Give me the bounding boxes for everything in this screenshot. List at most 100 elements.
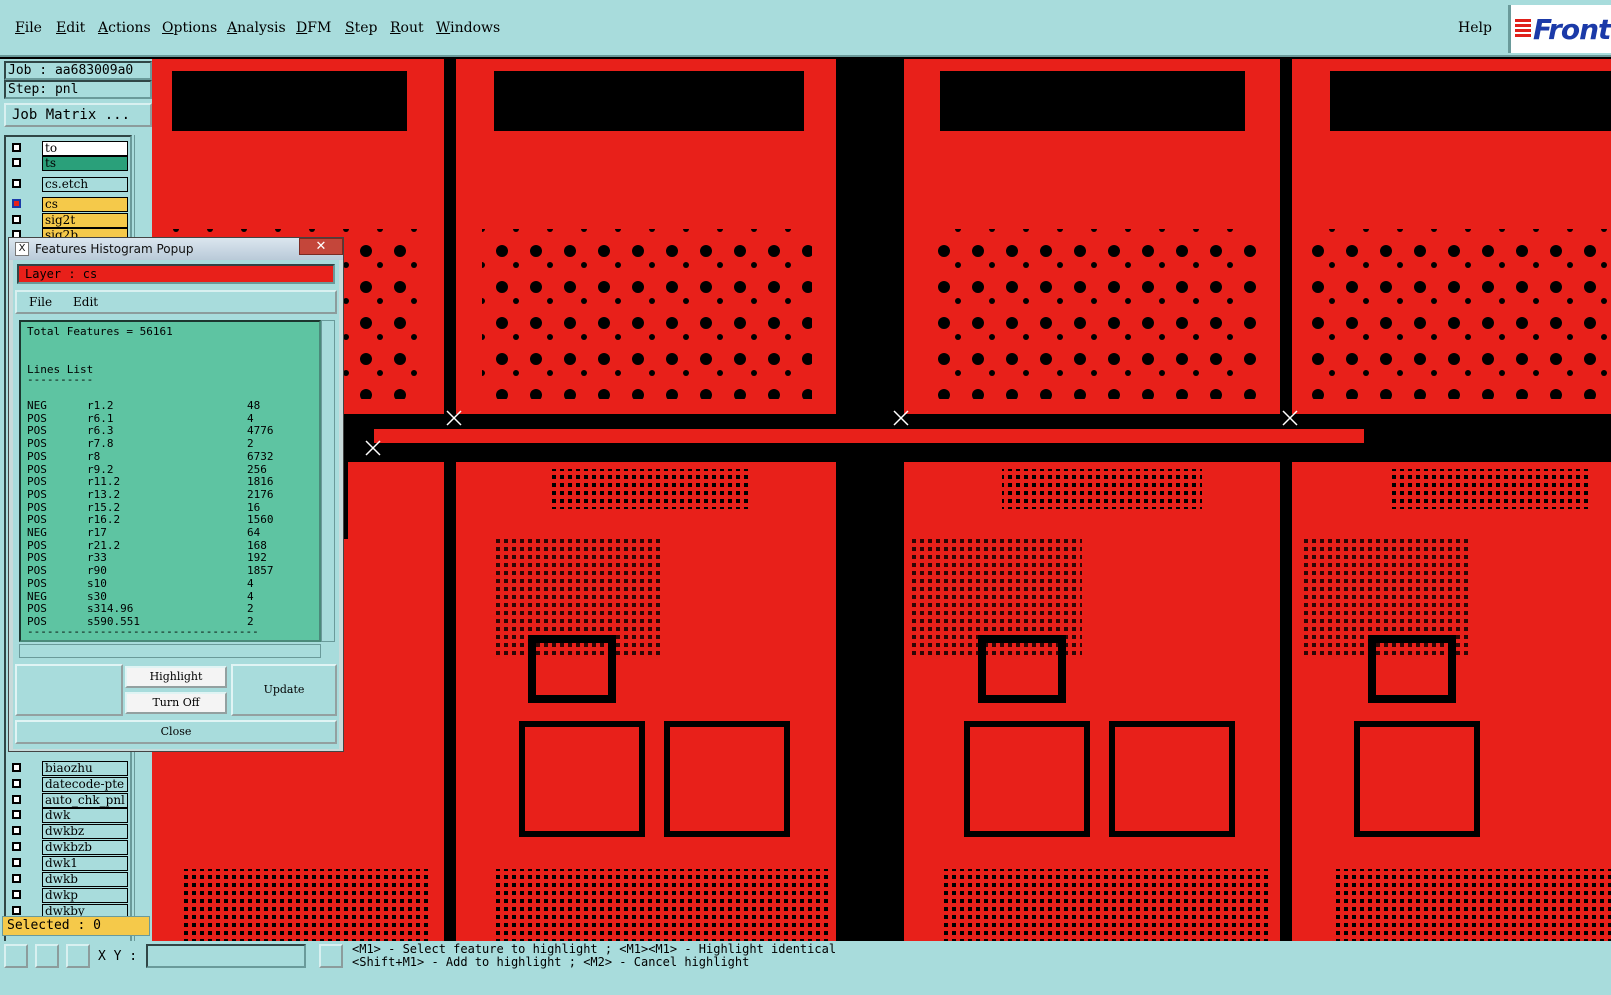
histogram-pol[interactable]: NEG <box>27 399 47 413</box>
layer-checkbox[interactable] <box>12 890 21 899</box>
layer-row[interactable]: biaozhu <box>8 761 130 776</box>
popup-menu-edit[interactable]: Edit <box>73 292 98 312</box>
layer-row[interactable]: dwkbz <box>8 824 130 839</box>
layer-checkbox[interactable] <box>12 143 21 152</box>
popup-menu-file[interactable]: File <box>29 292 52 312</box>
histogram-sym[interactable]: r1.2 <box>87 399 114 413</box>
histogram-sym[interactable]: r90 <box>87 564 107 578</box>
histogram-count[interactable]: 6732 <box>247 450 274 464</box>
layer-name[interactable]: dwkp <box>42 888 128 903</box>
menu-rout[interactable]: Rout <box>390 20 424 36</box>
layer-name[interactable]: auto_chk_pnl <box>42 793 128 808</box>
layer-checkbox[interactable] <box>12 158 21 167</box>
layer-name[interactable]: datecode-pte <box>42 777 128 792</box>
menu-dfm[interactable]: DFM <box>296 20 331 36</box>
histogram-count[interactable]: 48 <box>247 399 260 413</box>
layer-checkbox[interactable] <box>12 199 21 208</box>
layer-field: Layer : cs <box>17 264 335 284</box>
layer-row-cs[interactable]: cs <box>8 197 130 212</box>
histogram-count[interactable]: 2176 <box>247 488 274 502</box>
layer-checkbox[interactable] <box>12 858 21 867</box>
job-matrix-button[interactable]: Job Matrix ... <box>4 103 152 127</box>
layer-name[interactable]: dwkb <box>42 872 128 887</box>
histogram-count[interactable]: 64 <box>247 526 260 540</box>
text-vertical-scrollbar[interactable] <box>321 320 335 642</box>
histogram-pol[interactable]: POS <box>27 437 47 451</box>
histogram-pol[interactable]: POS <box>27 475 47 489</box>
histogram-pol[interactable]: POS <box>27 577 47 591</box>
layer-name[interactable]: cs.etch <box>42 177 128 192</box>
layer-row[interactable]: datecode-pte <box>8 777 130 792</box>
menu-windows[interactable]: Windows <box>436 20 500 36</box>
histogram-pol[interactable]: NEG <box>27 526 47 540</box>
histogram-count[interactable]: 1857 <box>247 564 274 578</box>
menu-options[interactable]: Options <box>162 20 217 36</box>
layer-checkbox[interactable] <box>12 795 21 804</box>
layer-row-sig2t[interactable]: sig2t <box>8 213 130 228</box>
update-button[interactable]: Update <box>231 664 337 716</box>
info-icon[interactable] <box>319 944 343 968</box>
menu-help[interactable]: Help <box>1458 20 1492 36</box>
histogram-pol[interactable]: POS <box>27 602 47 616</box>
layer-name[interactable]: dwkbzb <box>42 840 128 855</box>
xy-input[interactable] <box>146 944 306 968</box>
histogram-sym[interactable]: r11.2 <box>87 475 120 489</box>
layer-row-to[interactable]: to <box>8 141 130 156</box>
zoom-icon[interactable] <box>4 944 28 968</box>
layer-checkbox[interactable] <box>12 826 21 835</box>
layer-name[interactable]: cs <box>42 197 128 212</box>
layer-checkbox[interactable] <box>12 763 21 772</box>
layer-checkbox[interactable] <box>12 179 21 188</box>
layer-checkbox[interactable] <box>12 779 21 788</box>
layer-row-ts[interactable]: ts <box>8 156 130 171</box>
layer-checkbox[interactable] <box>12 215 21 224</box>
pcb-graphics-canvas[interactable] <box>152 59 1611 941</box>
highlight-button[interactable]: Highlight <box>125 666 227 688</box>
layer-name[interactable]: biaozhu <box>42 761 128 776</box>
layer-row[interactable]: dwkp <box>8 888 130 903</box>
histogram-count[interactable]: 2 <box>247 602 254 616</box>
turn-off-button[interactable]: Turn Off <box>125 692 227 714</box>
histogram-count[interactable]: 1816 <box>247 475 274 489</box>
histogram-sym[interactable]: r7.8 <box>87 437 114 451</box>
histogram-count[interactable]: 4 <box>247 577 254 591</box>
measure-icon[interactable] <box>35 944 59 968</box>
layer-row-cs-etch[interactable]: cs.etch <box>8 177 130 192</box>
menu-analysis[interactable]: Analysis <box>227 20 286 36</box>
layer-checkbox[interactable] <box>12 874 21 883</box>
layer-checkbox[interactable] <box>12 842 21 851</box>
layer-checkbox[interactable] <box>12 810 21 819</box>
layer-name[interactable]: dwkbz <box>42 824 128 839</box>
layer-row[interactable]: dwkb <box>8 872 130 887</box>
histogram-text[interactable]: Total Features = 56161 Lines List ------… <box>19 320 321 642</box>
layer-row[interactable]: auto_chk_pnl <box>8 793 130 808</box>
histogram-pol[interactable]: POS <box>27 564 47 578</box>
histogram-count[interactable]: 2 <box>247 437 254 451</box>
histogram-pol[interactable]: POS <box>27 450 47 464</box>
menu-actions[interactable]: Actions <box>98 20 151 36</box>
layer-name[interactable]: dwk <box>42 808 128 823</box>
histogram-sym[interactable]: s10 <box>87 577 107 591</box>
menu-step[interactable]: Step <box>345 20 377 36</box>
layer-name[interactable]: to <box>42 141 128 156</box>
close-button[interactable]: Close <box>15 720 337 744</box>
layer-name[interactable]: dwk1 <box>42 856 128 871</box>
histogram-sym[interactable]: r8 <box>87 450 100 464</box>
layer-row[interactable]: dwk <box>8 808 130 823</box>
layer-name[interactable]: sig2t <box>42 213 128 228</box>
layer-row[interactable]: dwkbzb <box>8 840 130 855</box>
layer-name[interactable]: ts <box>42 156 128 171</box>
close-icon[interactable]: ✕ <box>299 238 343 255</box>
menu-edit[interactable]: Edit <box>56 20 85 36</box>
text-horizontal-scrollbar[interactable] <box>19 644 321 658</box>
layer-row[interactable]: dwk1 <box>8 856 130 871</box>
popup-titlebar[interactable]: X Features Histogram Popup <box>9 238 343 260</box>
menu-file[interactable]: File <box>15 20 42 36</box>
histogram-pol[interactable]: POS <box>27 488 47 502</box>
histogram-sym[interactable]: r13.2 <box>87 488 120 502</box>
step-label: Step: pnl <box>4 80 152 99</box>
histogram-sym[interactable]: r17 <box>87 526 107 540</box>
layer-checkbox[interactable] <box>12 906 21 915</box>
histogram-sym[interactable]: s314.96 <box>87 602 133 616</box>
grid-icon[interactable] <box>66 944 90 968</box>
